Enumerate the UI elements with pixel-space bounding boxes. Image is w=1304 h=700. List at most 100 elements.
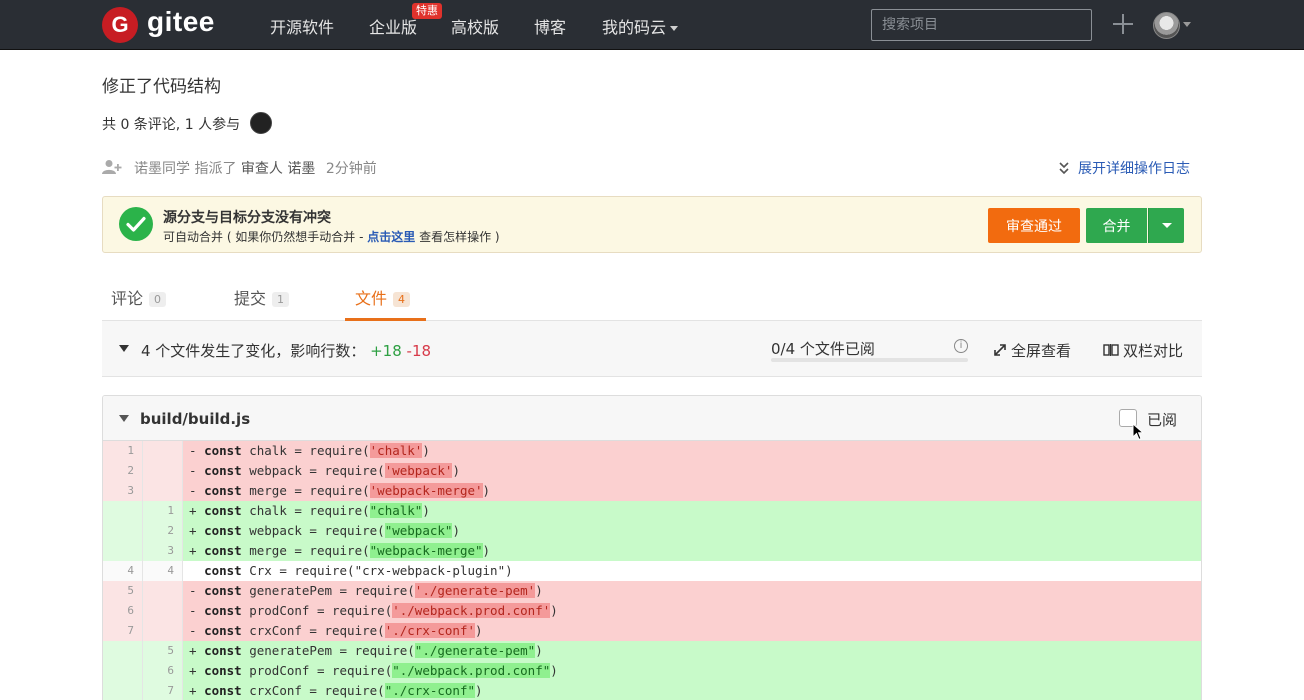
new-line-number[interactable]: 2 (143, 521, 183, 541)
old-line-number[interactable] (103, 661, 143, 681)
old-line-number[interactable] (103, 521, 143, 541)
old-line-number[interactable]: 3 (103, 481, 143, 501)
code-string: "./crx-conf" (384, 683, 476, 698)
nav-education[interactable]: 高校版 (451, 14, 499, 38)
pr-title: 修正了代码结构 (102, 77, 221, 97)
code-keyword: const (204, 503, 242, 518)
code-text-end: ) (452, 523, 460, 538)
nav-open-source[interactable]: 开源软件 (270, 14, 334, 38)
plus-icon[interactable] (1113, 14, 1133, 34)
fullscreen-button[interactable]: 全屏查看 (993, 340, 1071, 361)
code-line: + const crxConf = require("./crx-conf") (183, 681, 1201, 700)
code-line: - const generatePem = require('./generat… (183, 581, 1201, 601)
old-line-number[interactable]: 7 (103, 621, 143, 641)
new-line-number[interactable]: 3 (143, 541, 183, 561)
tab-commits[interactable]: 提交 1 (234, 285, 290, 309)
code-string: './generate-pem' (414, 583, 536, 598)
approve-review-button[interactable]: 审查通过 (988, 208, 1080, 243)
code-string: './crx-conf' (384, 623, 476, 638)
old-line-number[interactable] (103, 541, 143, 561)
code-string: "webpack-merge" (369, 543, 483, 558)
code-text-end: ) (550, 663, 558, 678)
gitee-logo-icon[interactable]: G (102, 7, 138, 43)
old-line-number[interactable]: 1 (103, 441, 143, 461)
new-line-number[interactable] (143, 581, 183, 601)
manual-merge-link[interactable]: 点击这里 (367, 230, 415, 244)
gitee-logo-text[interactable]: gitee (147, 6, 215, 38)
split-view-button[interactable]: 双栏对比 (1103, 340, 1183, 361)
code-keyword: const (204, 603, 242, 618)
old-line-number[interactable]: 4 (103, 561, 143, 581)
nav-my-gitee[interactable]: 我的码云 (602, 14, 679, 38)
diff-sign: + (189, 683, 197, 698)
old-line-number[interactable] (103, 641, 143, 661)
search-input[interactable] (871, 9, 1092, 41)
code-text: crxConf = require( (241, 683, 385, 698)
merge-button[interactable]: 合并 (1086, 208, 1147, 243)
code-string: "./generate-pem" (414, 643, 536, 658)
code-line: + const generatePem = require("./generat… (183, 641, 1201, 661)
avatar[interactable] (1153, 12, 1180, 39)
old-line-number[interactable]: 2 (103, 461, 143, 481)
expand-log-link[interactable]: 展开详细操作日志 (1078, 158, 1190, 178)
code-keyword: const (204, 483, 242, 498)
code-text: chalk = require( (241, 443, 370, 458)
new-line-number[interactable] (143, 601, 183, 621)
old-line-number[interactable] (103, 501, 143, 521)
code-line: const Crx = require("crx-webpack-plugin"… (183, 561, 1201, 581)
diff-line: 7 + const crxConf = require("./crx-conf") (103, 681, 1201, 700)
code-string: "./webpack.prod.conf" (392, 663, 551, 678)
code-text-end: ) (482, 483, 491, 498)
tab-comments[interactable]: 评论 0 (111, 285, 167, 309)
top-navbar: G gitee 开源软件 企业版 特惠 高校版 博客 我的码云 (0, 0, 1304, 50)
code-text-end: ) (535, 643, 543, 658)
tab-files-count: 4 (393, 292, 411, 307)
code-text: prodConf = require( (241, 603, 393, 618)
new-line-number[interactable] (143, 621, 183, 641)
file-name[interactable]: build/build.js (140, 410, 250, 428)
code-string: 'chalk' (369, 443, 423, 458)
code-text-end: ) (452, 463, 460, 478)
mark-viewed-label[interactable]: 已阅 (1147, 409, 1177, 430)
new-line-number[interactable]: 4 (143, 561, 183, 581)
nav-blog[interactable]: 博客 (534, 14, 566, 38)
code-keyword: const (204, 543, 242, 558)
viewed-progress-bar (771, 358, 968, 362)
merge-options-button[interactable] (1148, 208, 1184, 243)
new-line-number[interactable] (143, 441, 183, 461)
new-line-number[interactable]: 6 (143, 661, 183, 681)
info-icon[interactable]: i (954, 339, 968, 353)
diff-sign (189, 563, 197, 578)
collapse-all-toggle-icon[interactable] (119, 345, 129, 352)
tab-files-label: 文件 (355, 289, 388, 308)
code-text-end: ) (475, 623, 483, 638)
participant-avatar[interactable] (250, 112, 272, 134)
assign-role: 审查人 (240, 161, 283, 177)
new-line-number[interactable] (143, 481, 183, 501)
diff-sign: - (189, 583, 197, 598)
new-line-number[interactable]: 1 (143, 501, 183, 521)
code-text: webpack = require( (241, 463, 385, 478)
code-text-end: ) (422, 503, 430, 518)
old-line-number[interactable]: 5 (103, 581, 143, 601)
code-string: 'webpack' (384, 463, 453, 478)
diff-sign: + (189, 543, 197, 558)
code-line: - const chalk = require('chalk') (183, 441, 1201, 461)
assign-actor[interactable]: 诺墨同学 (134, 161, 190, 177)
code-string: "webpack" (384, 523, 453, 538)
new-line-number[interactable] (143, 461, 183, 481)
new-line-number[interactable]: 5 (143, 641, 183, 661)
chevron-down-icon[interactable] (1183, 22, 1191, 27)
diff-line: 6 - const prodConf = require('./webpack.p… (103, 601, 1201, 621)
nav-enterprise[interactable]: 企业版 (369, 14, 417, 38)
new-line-number[interactable]: 7 (143, 681, 183, 700)
tab-files[interactable]: 文件 4 (355, 285, 411, 309)
code-line: - const webpack = require('webpack') (183, 461, 1201, 481)
old-line-number[interactable] (103, 681, 143, 700)
collapse-file-toggle-icon[interactable] (119, 415, 129, 422)
code-text: prodConf = require( (241, 663, 393, 678)
assign-target[interactable]: 诺墨 (287, 161, 315, 177)
fullscreen-label: 全屏查看 (1011, 342, 1072, 360)
file-diff: build/build.js 已阅 1 - const chalk = requi… (102, 395, 1202, 700)
old-line-number[interactable]: 6 (103, 601, 143, 621)
